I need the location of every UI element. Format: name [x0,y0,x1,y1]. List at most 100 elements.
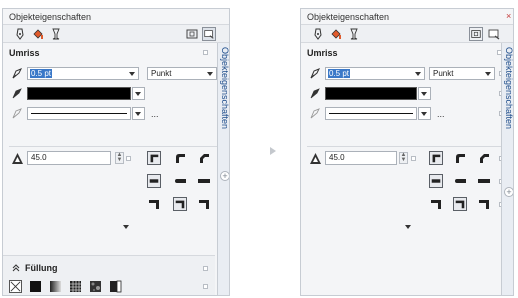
outline-width-icon [310,68,321,79]
object-properties-panel-after: Objekteigenschaften × Umriss 0.5 pt Punk… [300,8,514,296]
chevron-down-icon [485,72,491,76]
fill-bucket-icon[interactable] [329,27,343,41]
square-cap-icon[interactable] [197,174,211,188]
outside-position-icon[interactable] [147,197,161,211]
outline-color-icon [12,88,22,99]
chevron-down-icon [129,72,135,76]
nib-angle-icon [12,153,23,164]
center-position-icon[interactable] [453,197,467,211]
chevron-down-icon [135,112,141,116]
pin-icon[interactable] [126,156,131,161]
panel-title: Objekteigenschaften [307,12,390,22]
postscript-fill-icon[interactable] [109,280,122,293]
chevron-down-icon [135,92,141,96]
unit-dropdown[interactable]: Punkt [147,67,217,80]
outline-width-field[interactable]: 0.5 pt [27,67,139,80]
close-icon[interactable]: × [506,11,511,21]
round-corner-icon[interactable] [453,151,467,165]
center-position-icon[interactable] [173,197,187,211]
transition-arrow-icon [270,147,276,155]
chevron-down-icon [415,72,421,76]
outline-color-well[interactable] [27,87,131,100]
line-style-icon [12,108,22,119]
outline-color-picker-button[interactable] [132,87,145,100]
outside-position-icon[interactable] [429,197,443,211]
fill-section: Füllung [3,255,215,295]
square-cap-icon[interactable] [477,174,491,188]
no-fill-icon[interactable] [9,280,22,293]
angle-field[interactable]: 45.0 [325,151,397,165]
uniform-fill-icon[interactable] [29,280,42,293]
round-corner-icon[interactable] [173,151,187,165]
expand-section-icon[interactable] [405,225,411,229]
pattern-fill-icon[interactable] [69,280,82,293]
bevel-corner-icon[interactable] [477,151,491,165]
nib-angle-icon [310,153,321,164]
more-options-button[interactable]: ... [437,109,445,119]
panel-titlebar: Objekteigenschaften × [3,9,229,25]
property-tabs [301,25,513,43]
expand-section-icon[interactable] [123,225,129,229]
pin-icon[interactable] [203,50,208,55]
docker-options-icon[interactable] [487,27,501,41]
transparency-glass-icon[interactable] [347,27,361,41]
inside-position-icon[interactable] [197,197,211,211]
inside-position-icon[interactable] [477,197,491,211]
transparency-glass-icon[interactable] [49,27,63,41]
panel-titlebar: Objekteigenschaften × [301,9,513,25]
unit-value: Punkt [151,69,172,78]
collapse-chevron-icon[interactable] [11,263,21,273]
line-style-well[interactable] [27,107,131,120]
more-options-button[interactable]: ... [151,109,159,119]
unit-value: Punkt [433,69,454,78]
add-docker-icon[interactable]: + [504,187,513,197]
panel-title: Objekteigenschaften [9,12,92,22]
miter-corner-icon[interactable] [147,151,161,165]
outline-color-well[interactable] [325,87,417,100]
outline-color-picker-button[interactable] [418,87,431,100]
bevel-corner-icon[interactable] [197,151,211,165]
frame-view-icon[interactable] [185,27,199,41]
flat-cap-icon[interactable] [147,174,161,188]
property-tabs [3,25,229,43]
docker-tab-label: Objekteigenschaften [220,47,230,130]
unit-dropdown[interactable]: Punkt [429,67,495,80]
round-cap-icon[interactable] [453,174,467,188]
angle-spinner[interactable]: ▲ ▼ [399,152,408,164]
flat-cap-icon[interactable] [429,174,443,188]
docker-options-icon[interactable] [202,27,216,41]
outline-pen-icon[interactable] [311,27,325,41]
outline-pen-icon[interactable] [13,27,27,41]
outline-section-title: Umriss [9,48,40,58]
line-style-picker-button[interactable] [418,107,431,120]
outline-width-field[interactable]: 0.5 pt [325,67,425,80]
miter-corner-icon[interactable] [429,151,443,165]
line-style-picker-button[interactable] [132,107,145,120]
chevron-down-icon [421,112,427,116]
docker-side-tab[interactable]: Objekteigenschaften + [217,43,230,295]
outline-width-value: 0.5 pt [30,69,53,78]
object-properties-panel-before: Objekteigenschaften × Umriss 0.5 pt Punk… [2,8,230,296]
fountain-fill-icon[interactable] [49,280,62,293]
docker-side-tab[interactable]: Objekteigenschaften + [501,43,513,295]
fill-bucket-icon[interactable] [31,27,45,41]
line-style-well[interactable] [325,107,417,120]
section-divider [9,146,219,147]
outline-color-icon [310,88,320,99]
line-style-icon [310,108,320,119]
frame-view-icon[interactable] [469,27,483,41]
add-docker-icon[interactable]: + [220,171,229,181]
pin-icon[interactable] [203,266,208,271]
outline-width-icon [12,68,23,79]
round-cap-icon[interactable] [173,174,187,188]
section-divider [307,146,503,147]
pin-icon[interactable] [411,156,416,161]
pin-icon[interactable] [203,284,208,289]
angle-field[interactable]: 45.0 [27,151,111,165]
outline-width-value: 0.5 pt [328,69,351,78]
outline-section-title: Umriss [307,48,338,58]
texture-fill-icon[interactable] [89,280,102,293]
chevron-down-icon [421,92,427,96]
angle-spinner[interactable]: ▲ ▼ [115,152,124,164]
chevron-down-icon [207,72,213,76]
